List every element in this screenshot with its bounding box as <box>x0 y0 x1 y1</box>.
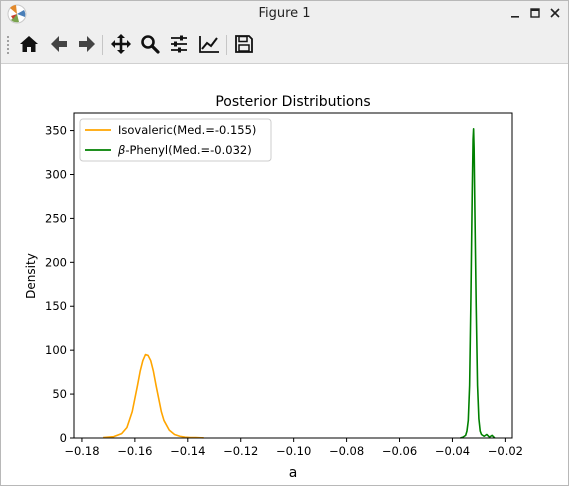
window-title: Figure 1 <box>258 6 311 21</box>
series-line-isovaleric <box>103 353 204 439</box>
y-tick-label: 300 <box>45 167 67 181</box>
x-tick-label: −0.14 <box>170 444 205 458</box>
legend-label-isovaleric: Isovaleric(Med.=-0.155) <box>118 123 256 137</box>
sliders-icon <box>171 35 187 53</box>
legend-label-beta-phenyl: β-Phenyl(Med.=-0.032) <box>117 143 252 157</box>
pan-button[interactable] <box>109 32 133 56</box>
title-bar[interactable]: Figure 1 <box>1 1 568 27</box>
y-axis-label: Density <box>24 253 38 299</box>
series-line-beta-phenyl <box>460 128 496 439</box>
y-tick-label: 100 <box>45 343 67 357</box>
y-tick-label: 200 <box>45 255 67 269</box>
home-icon <box>20 36 38 52</box>
x-tick-label: −0.10 <box>276 444 311 458</box>
zoom-button[interactable] <box>138 32 162 56</box>
legend-beta-suffix: -Phenyl(Med.=-0.032) <box>125 143 251 157</box>
chart-title: Posterior Distributions <box>215 94 370 110</box>
posterior-chart[interactable]: −0.18 −0.16 −0.14 −0.12 −0.10 −0.08 −0.06 −0.04… <box>1 64 568 485</box>
y-tick-label: 150 <box>45 299 67 313</box>
magnifier-icon <box>141 35 160 54</box>
x-axis-label: a <box>289 465 298 481</box>
x-tick-label: −0.04 <box>435 444 470 458</box>
y-tick-label: 250 <box>45 211 67 225</box>
floppy-disk-icon <box>235 35 253 53</box>
line-chart-icon <box>199 36 219 53</box>
save-button[interactable] <box>232 32 256 56</box>
x-tick-label: −0.16 <box>117 444 152 458</box>
maximize-icon <box>530 8 540 18</box>
toolbar-grip[interactable] <box>6 35 10 55</box>
minimize-button[interactable] <box>507 5 523 21</box>
y-tick-label: 50 <box>52 387 67 401</box>
x-tick-label: −0.06 <box>382 444 417 458</box>
figure-window: Figure 1 −0.18 −0.16 −0.14 −0.12 −0.10 −… <box>0 0 569 486</box>
back-button[interactable] <box>47 32 71 56</box>
toolbar-separator <box>102 35 103 55</box>
x-tick-label: −0.08 <box>329 444 364 458</box>
navigation-toolbar <box>1 27 568 64</box>
x-tick-label: −0.18 <box>64 444 99 458</box>
arrow-left-icon <box>51 36 67 52</box>
maximize-button[interactable] <box>527 5 543 21</box>
configure-subplots-button[interactable] <box>167 32 191 56</box>
home-button[interactable] <box>17 32 41 56</box>
y-tick-label: 0 <box>60 431 67 445</box>
legend: Isovaleric(Med.=-0.155) β-Phenyl(Med.=-0… <box>79 118 272 162</box>
arrow-right-icon <box>79 36 95 52</box>
y-tick-label: 350 <box>45 124 67 138</box>
close-icon <box>550 8 560 18</box>
x-tick-label: −0.12 <box>223 444 258 458</box>
figure-canvas[interactable]: −0.18 −0.16 −0.14 −0.12 −0.10 −0.08 −0.06 −0.04… <box>1 64 568 485</box>
legend-beta-symbol: β <box>117 143 125 157</box>
plot-area-frame <box>73 112 513 439</box>
minimize-icon <box>511 16 519 18</box>
x-tick-label: −0.02 <box>488 444 523 458</box>
move-icon <box>111 34 131 54</box>
forward-button[interactable] <box>75 32 99 56</box>
toolbar-separator <box>226 35 227 55</box>
edit-axis-button[interactable] <box>197 32 221 56</box>
close-button[interactable] <box>547 5 563 21</box>
